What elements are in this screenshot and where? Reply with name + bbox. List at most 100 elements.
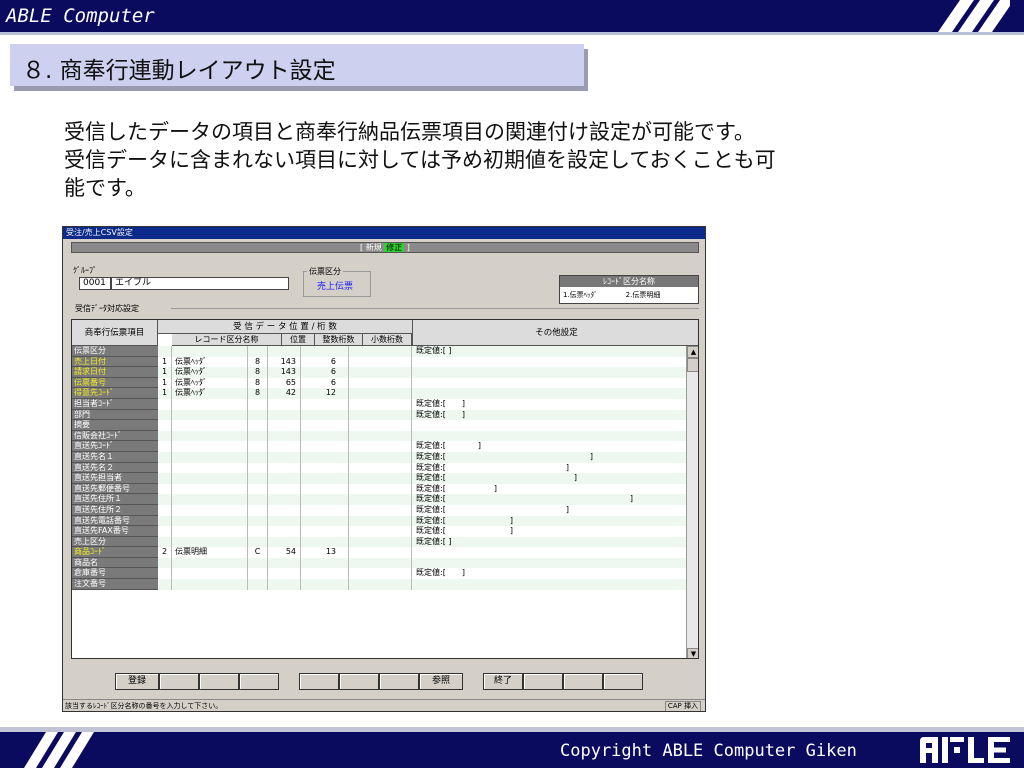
int-digits-cell[interactable] — [301, 494, 349, 505]
int-digits-cell[interactable] — [301, 346, 349, 357]
table-row[interactable]: 得意先ｺｰﾄﾞ 1 伝票ﾍｯﾀﾞ 8 42 12 — [72, 388, 686, 399]
dec-digits-cell[interactable] — [349, 377, 412, 389]
int-digits-cell[interactable] — [301, 504, 349, 516]
other-setting-cell[interactable]: 既定値:[ ] — [412, 463, 686, 474]
dec-digits-cell[interactable] — [349, 346, 412, 357]
position-cell[interactable] — [268, 441, 301, 452]
table-row[interactable]: 売上区分 既定値:[ ] — [72, 536, 686, 548]
int-digits-cell[interactable] — [301, 579, 349, 590]
position-cell[interactable] — [268, 515, 301, 527]
type-cell[interactable] — [248, 483, 268, 495]
other-setting-cell[interactable] — [412, 367, 686, 378]
position-cell[interactable] — [268, 346, 301, 357]
type-cell[interactable] — [248, 526, 268, 537]
table-row[interactable]: 直送先住所１ 既定値:[ ] — [72, 494, 686, 505]
table-row[interactable]: 直送先担当者 既定値:[ ] — [72, 473, 686, 484]
record-no-cell[interactable] — [158, 473, 172, 484]
other-setting-cell[interactable]: 既定値:[ ] — [412, 568, 686, 579]
int-digits-cell[interactable] — [301, 409, 349, 421]
record-name-cell[interactable] — [172, 536, 248, 548]
type-cell[interactable]: 8 — [248, 388, 268, 399]
dec-digits-cell[interactable] — [349, 388, 412, 399]
other-setting-cell[interactable]: 既定値:[ ] — [412, 526, 686, 537]
record-name-cell[interactable] — [172, 462, 248, 474]
record-name-cell[interactable] — [172, 494, 248, 505]
int-digits-cell[interactable] — [301, 557, 349, 569]
type-cell[interactable]: C — [248, 547, 268, 558]
table-row[interactable]: 伝票区分 既定値:[ ] — [72, 346, 686, 357]
position-cell[interactable] — [268, 504, 301, 516]
type-cell[interactable] — [248, 420, 268, 431]
position-cell[interactable] — [268, 536, 301, 548]
record-name-cell[interactable] — [172, 451, 248, 463]
other-setting-cell[interactable]: 既定値:[ ] — [412, 537, 686, 548]
table-row[interactable]: 直送先電話番号 既定値:[ ] — [72, 515, 686, 527]
dec-digits-cell[interactable] — [349, 557, 412, 569]
dec-digits-cell[interactable] — [349, 356, 412, 368]
position-cell[interactable] — [268, 473, 301, 484]
position-cell[interactable]: 143 — [268, 367, 301, 378]
slip-kubun-value[interactable]: 売上伝票 — [317, 279, 353, 292]
table-row[interactable]: 伝票番号 1 伝票ﾍｯﾀﾞ 8 65 6 — [72, 377, 686, 389]
int-digits-cell[interactable] — [301, 536, 349, 548]
record-no-cell[interactable] — [158, 504, 172, 516]
position-cell[interactable] — [268, 557, 301, 569]
position-cell[interactable]: 65 — [268, 377, 301, 389]
position-cell[interactable] — [268, 420, 301, 431]
register-button[interactable]: 登録 — [115, 673, 159, 690]
mode-edit[interactable]: 修正 — [384, 243, 405, 252]
record-no-cell[interactable]: 1 — [158, 356, 172, 368]
other-setting-cell[interactable]: 既定値:[ ] — [412, 494, 686, 505]
other-setting-cell[interactable]: 既定値:[ ] — [412, 410, 686, 421]
dec-digits-cell[interactable] — [349, 473, 412, 484]
table-row[interactable]: 直送先住所２ 既定値:[ ] — [72, 504, 686, 516]
record-no-cell[interactable] — [158, 441, 172, 452]
record-name-cell[interactable] — [172, 346, 248, 357]
record-name-cell[interactable] — [172, 441, 248, 452]
record-no-cell[interactable] — [158, 409, 172, 421]
vertical-scrollbar[interactable]: ▲ ▼ — [686, 346, 698, 658]
other-setting-cell[interactable]: 既定値:[ ] — [412, 346, 686, 357]
fkey-blank-button[interactable] — [563, 673, 603, 690]
fkey-blank-button[interactable] — [239, 673, 279, 690]
table-row[interactable]: 摘要 — [72, 420, 686, 431]
int-digits-cell[interactable] — [301, 526, 349, 537]
position-cell[interactable] — [268, 494, 301, 505]
other-setting-cell[interactable]: 既定値:[ ] — [412, 516, 686, 527]
dec-digits-cell[interactable] — [349, 536, 412, 548]
record-name-cell[interactable] — [172, 483, 248, 495]
record-name-cell[interactable]: 伝票ﾍｯﾀﾞ — [172, 377, 248, 389]
table-row[interactable]: 信販会社ｺｰﾄﾞ — [72, 430, 686, 442]
record-no-cell[interactable] — [158, 515, 172, 527]
dec-digits-cell[interactable] — [349, 547, 412, 558]
position-cell[interactable] — [268, 579, 301, 590]
record-name-cell[interactable] — [172, 409, 248, 421]
record-no-cell[interactable] — [158, 579, 172, 590]
record-no-cell[interactable]: 2 — [158, 547, 172, 558]
dec-digits-cell[interactable] — [349, 483, 412, 495]
record-no-cell[interactable] — [158, 420, 172, 431]
table-row[interactable]: 直送先名２ 既定値:[ ] — [72, 462, 686, 474]
record-name-cell[interactable] — [172, 526, 248, 537]
scroll-thumb[interactable] — [687, 358, 698, 372]
record-name-cell[interactable] — [172, 568, 248, 580]
record-name-cell[interactable] — [172, 579, 248, 590]
dec-digits-cell[interactable] — [349, 526, 412, 537]
type-cell[interactable] — [248, 409, 268, 421]
type-cell[interactable] — [248, 536, 268, 548]
position-cell[interactable] — [268, 483, 301, 495]
other-setting-cell[interactable]: 既定値:[ ] — [412, 484, 686, 495]
record-no-cell[interactable] — [158, 483, 172, 495]
dec-digits-cell[interactable] — [349, 504, 412, 516]
fkey-blank-button[interactable] — [299, 673, 339, 690]
reference-button[interactable]: 参照 — [419, 673, 463, 690]
type-cell[interactable] — [248, 515, 268, 527]
table-row[interactable]: 商品ｺｰﾄﾞ 2 伝票明細 C 54 13 — [72, 547, 686, 558]
dec-digits-cell[interactable] — [349, 462, 412, 474]
int-digits-cell[interactable] — [301, 441, 349, 452]
int-digits-cell[interactable]: 6 — [301, 377, 349, 389]
record-name-cell[interactable]: 伝票明細 — [172, 547, 248, 558]
int-digits-cell[interactable]: 13 — [301, 547, 349, 558]
record-no-cell[interactable] — [158, 568, 172, 580]
type-cell[interactable] — [248, 579, 268, 590]
